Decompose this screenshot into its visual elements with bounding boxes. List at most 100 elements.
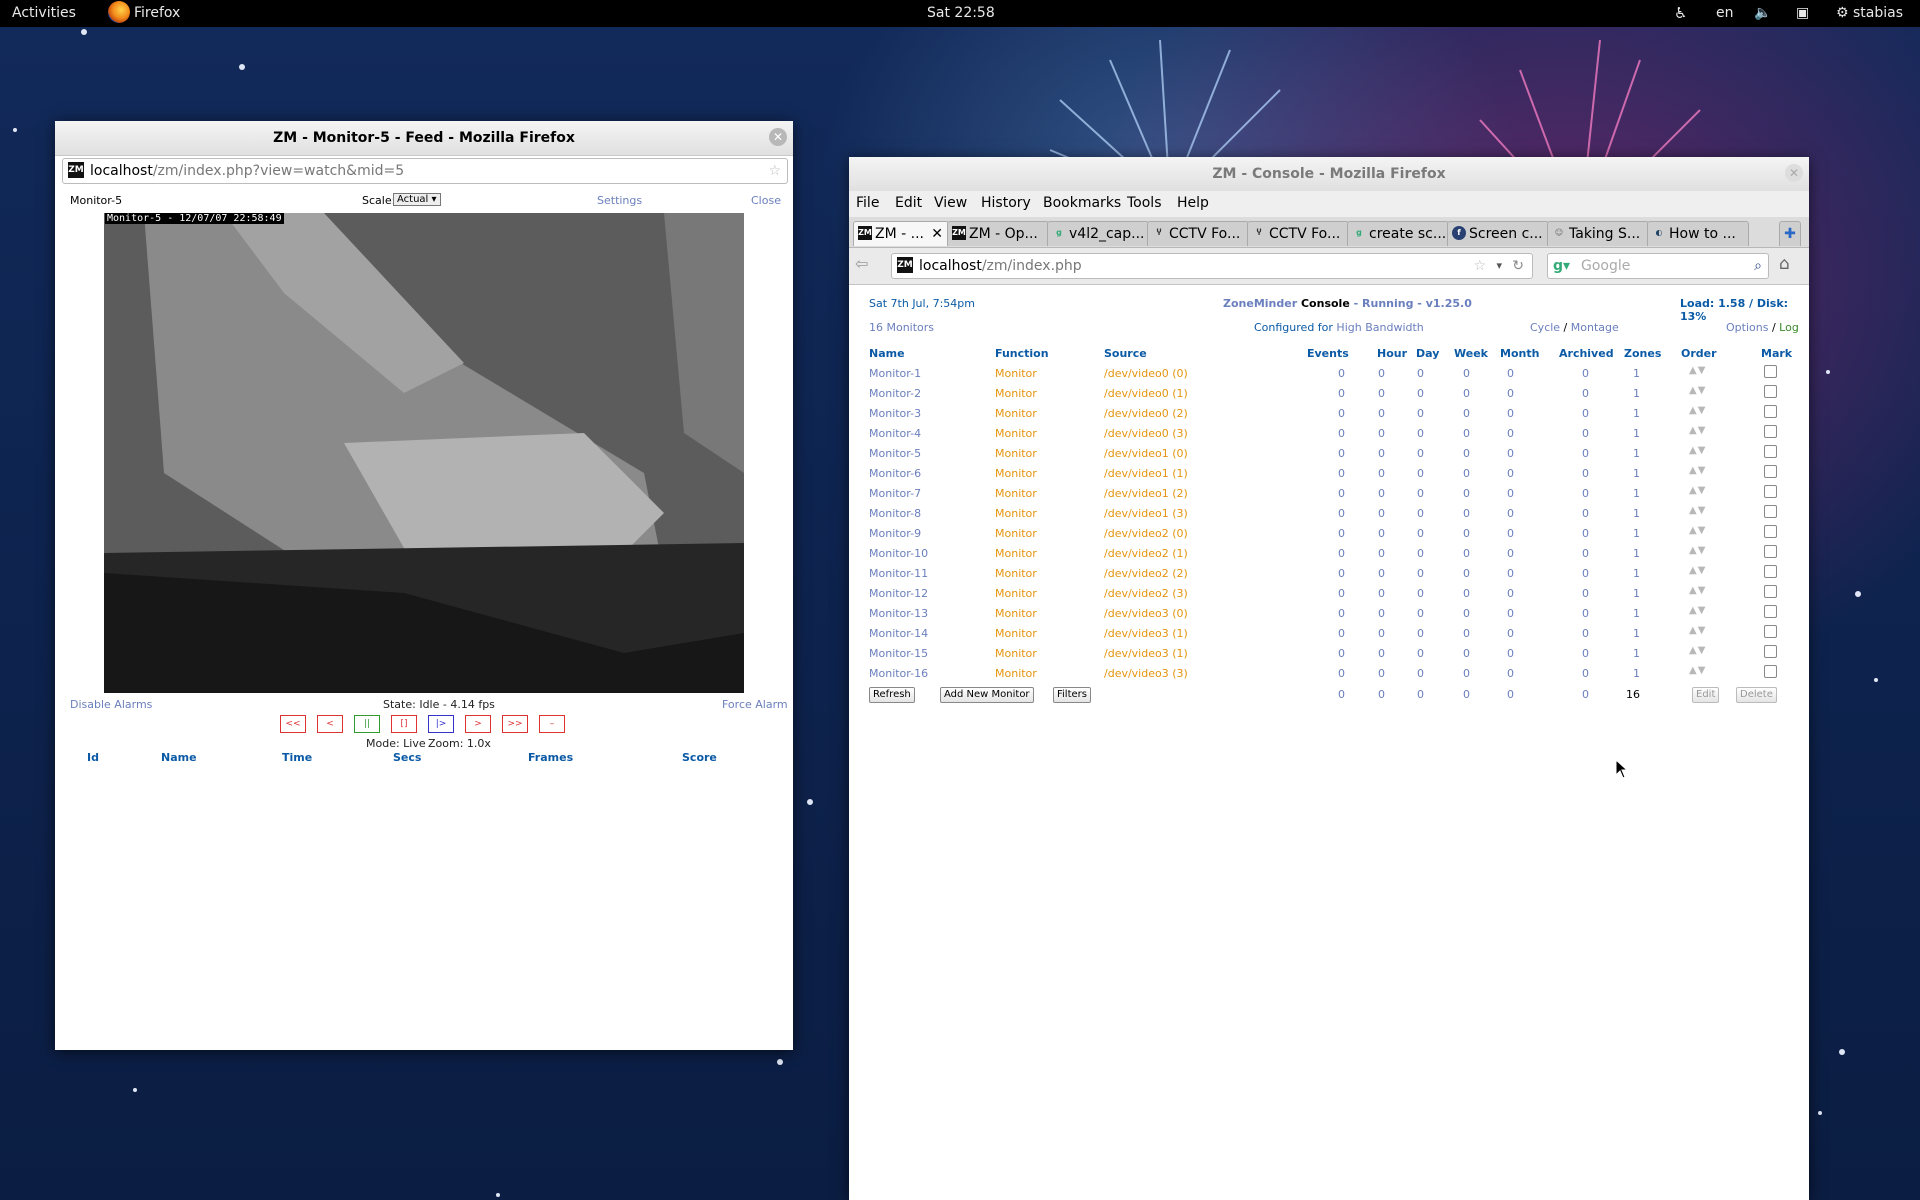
force-alarm-link[interactable]: Force Alarm	[722, 698, 788, 711]
tab-taking-screenshots[interactable]: ☺ Taking S...	[1547, 221, 1649, 246]
archived-count[interactable]: 0	[1559, 647, 1589, 660]
arrow-down-icon[interactable]: ▼	[1698, 605, 1707, 616]
search-icon[interactable]: ⌕	[1754, 254, 1762, 278]
events-count[interactable]: 0	[1315, 427, 1345, 440]
events-count[interactable]: 0	[1315, 367, 1345, 380]
day-count[interactable]: 0	[1394, 667, 1424, 680]
week-count[interactable]: 0	[1440, 547, 1470, 560]
archived-count[interactable]: 0	[1559, 667, 1589, 680]
arrow-up-icon[interactable]: ▲	[1689, 605, 1698, 616]
monitor-function-link[interactable]: Monitor	[995, 547, 1037, 560]
day-count[interactable]: 0	[1394, 387, 1424, 400]
month-count[interactable]: 0	[1484, 547, 1514, 560]
events-count[interactable]: 0	[1315, 387, 1345, 400]
play-button[interactable]: |>	[428, 715, 454, 733]
mark-checkbox[interactable]	[1764, 505, 1777, 518]
hour-count[interactable]: 0	[1355, 547, 1385, 560]
total-archived[interactable]: 0	[1559, 688, 1589, 701]
settings-link[interactable]: Settings	[597, 194, 642, 207]
bandwidth-link[interactable]: High Bandwidth	[1336, 321, 1423, 334]
archived-count[interactable]: 0	[1559, 627, 1589, 640]
order-arrows[interactable]: ▲▼	[1689, 505, 1706, 516]
log-link[interactable]: Log	[1779, 321, 1799, 334]
hour-count[interactable]: 0	[1355, 447, 1385, 460]
monitor-source-link[interactable]: /dev/video0 (2)	[1104, 407, 1188, 420]
hour-count[interactable]: 0	[1355, 507, 1385, 520]
month-count[interactable]: 0	[1484, 467, 1514, 480]
day-count[interactable]: 0	[1394, 547, 1424, 560]
day-count[interactable]: 0	[1394, 527, 1424, 540]
zones-count[interactable]: 1	[1610, 427, 1640, 440]
arrow-up-icon[interactable]: ▲	[1689, 405, 1698, 416]
step-back-button[interactable]: <	[317, 715, 343, 733]
order-arrows[interactable]: ▲▼	[1689, 545, 1706, 556]
archived-count[interactable]: 0	[1559, 587, 1589, 600]
zones-count[interactable]: 1	[1610, 627, 1640, 640]
month-count[interactable]: 0	[1484, 627, 1514, 640]
arrow-up-icon[interactable]: ▲	[1689, 565, 1698, 576]
zones-count[interactable]: 1	[1610, 487, 1640, 500]
refresh-button[interactable]: Refresh	[869, 687, 915, 703]
events-col-frames[interactable]: Frames	[528, 751, 573, 764]
order-arrows[interactable]: ▲▼	[1689, 605, 1706, 616]
tab-zm-console[interactable]: ZM ZM - ... ✕	[853, 221, 949, 246]
month-count[interactable]: 0	[1484, 607, 1514, 620]
monitor-name-link[interactable]: Monitor-15	[869, 647, 928, 660]
order-arrows[interactable]: ▲▼	[1689, 665, 1706, 676]
events-count[interactable]: 0	[1315, 547, 1345, 560]
events-count[interactable]: 0	[1315, 567, 1345, 580]
user-menu[interactable]: ⚙ stabias	[1836, 0, 1903, 27]
archived-count[interactable]: 0	[1559, 447, 1589, 460]
arrow-up-icon[interactable]: ▲	[1689, 645, 1698, 656]
events-count[interactable]: 0	[1315, 467, 1345, 480]
close-link[interactable]: Close	[751, 194, 781, 207]
zones-count[interactable]: 1	[1610, 407, 1640, 420]
close-tab-icon[interactable]: ✕	[931, 222, 943, 246]
feed-url-bar[interactable]: ZM localhost/zm/index.php?view=watch&mid=…	[62, 158, 788, 184]
order-arrows[interactable]: ▲▼	[1689, 645, 1706, 656]
month-count[interactable]: 0	[1484, 387, 1514, 400]
hour-count[interactable]: 0	[1355, 667, 1385, 680]
monitor-name-link[interactable]: Monitor-5	[869, 447, 921, 460]
zones-count[interactable]: 1	[1610, 567, 1640, 580]
fast-forward-button[interactable]: >>	[502, 715, 528, 733]
order-arrows[interactable]: ▲▼	[1689, 385, 1706, 396]
arrow-down-icon[interactable]: ▼	[1698, 405, 1707, 416]
day-count[interactable]: 0	[1394, 427, 1424, 440]
monitor-source-link[interactable]: /dev/video2 (0)	[1104, 527, 1188, 540]
mark-checkbox[interactable]	[1764, 445, 1777, 458]
zones-count[interactable]: 1	[1610, 467, 1640, 480]
mark-checkbox[interactable]	[1764, 645, 1777, 658]
week-count[interactable]: 0	[1440, 607, 1470, 620]
monitor-source-link[interactable]: /dev/video0 (0)	[1104, 367, 1188, 380]
week-count[interactable]: 0	[1440, 487, 1470, 500]
console-url-bar[interactable]: ZM localhost/zm/index.php ☆ ▾ ↻	[891, 253, 1533, 279]
total-events[interactable]: 0	[1315, 688, 1345, 701]
week-count[interactable]: 0	[1440, 387, 1470, 400]
events-count[interactable]: 0	[1315, 407, 1345, 420]
menu-edit[interactable]: Edit	[895, 195, 922, 211]
archived-count[interactable]: 0	[1559, 387, 1589, 400]
col-week[interactable]: Week	[1454, 347, 1488, 360]
day-count[interactable]: 0	[1394, 487, 1424, 500]
tab-cctv-forum-2[interactable]: Ⴤ CCTV Fo...	[1247, 221, 1349, 246]
monitor-source-link[interactable]: /dev/video0 (1)	[1104, 387, 1188, 400]
zones-count[interactable]: 1	[1610, 507, 1640, 520]
mark-checkbox[interactable]	[1764, 385, 1777, 398]
total-hour[interactable]: 0	[1355, 688, 1385, 701]
tab-create-screenshot[interactable]: g create sc...	[1347, 221, 1449, 246]
month-count[interactable]: 0	[1484, 667, 1514, 680]
hour-count[interactable]: 0	[1355, 487, 1385, 500]
bookmark-star-icon[interactable]: ☆	[768, 159, 781, 183]
archived-count[interactable]: 0	[1559, 467, 1589, 480]
cycle-link[interactable]: Cycle	[1530, 321, 1560, 334]
delete-button[interactable]: Delete	[1736, 687, 1777, 703]
zones-count[interactable]: 1	[1610, 367, 1640, 380]
events-count[interactable]: 0	[1315, 607, 1345, 620]
arrow-up-icon[interactable]: ▲	[1689, 385, 1698, 396]
order-arrows[interactable]: ▲▼	[1689, 425, 1706, 436]
order-arrows[interactable]: ▲▼	[1689, 625, 1706, 636]
tab-v4l2[interactable]: g v4l2_cap...	[1047, 221, 1149, 246]
day-count[interactable]: 0	[1394, 407, 1424, 420]
month-count[interactable]: 0	[1484, 527, 1514, 540]
